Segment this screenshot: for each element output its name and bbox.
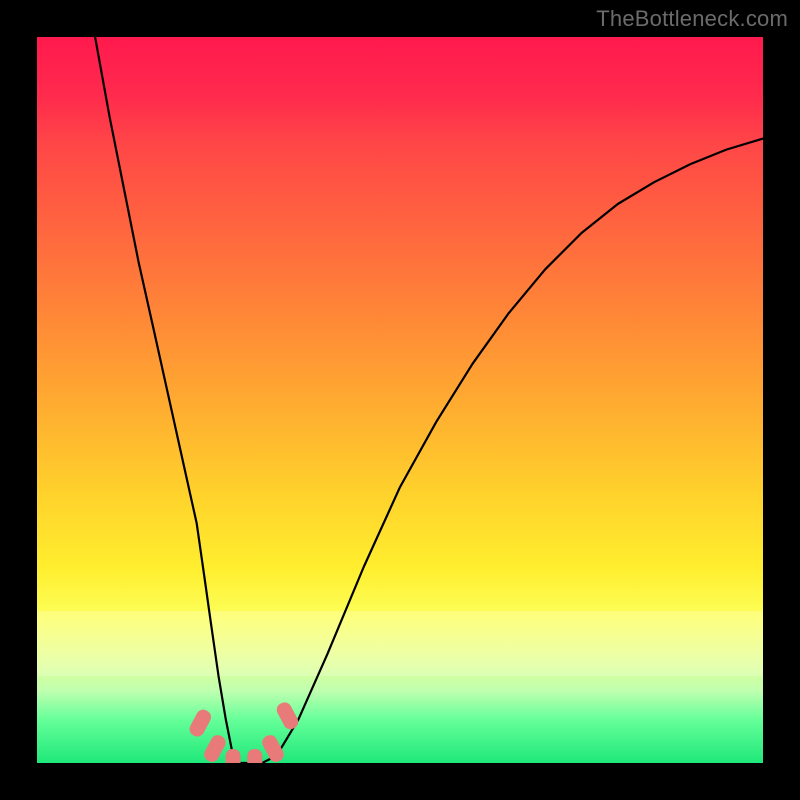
- curve-marker: [226, 749, 241, 763]
- chart-frame: TheBottleneck.com: [0, 0, 800, 800]
- marker-group: [187, 700, 301, 763]
- curve-marker: [247, 749, 262, 763]
- curve-layer: [37, 37, 763, 763]
- curve-marker: [202, 733, 228, 763]
- plot-area: [37, 37, 763, 763]
- bottleneck-curve: [95, 37, 763, 763]
- watermark-text: TheBottleneck.com: [596, 6, 788, 32]
- curve-marker: [274, 700, 300, 732]
- curve-marker: [187, 707, 213, 739]
- curve-marker: [260, 733, 286, 763]
